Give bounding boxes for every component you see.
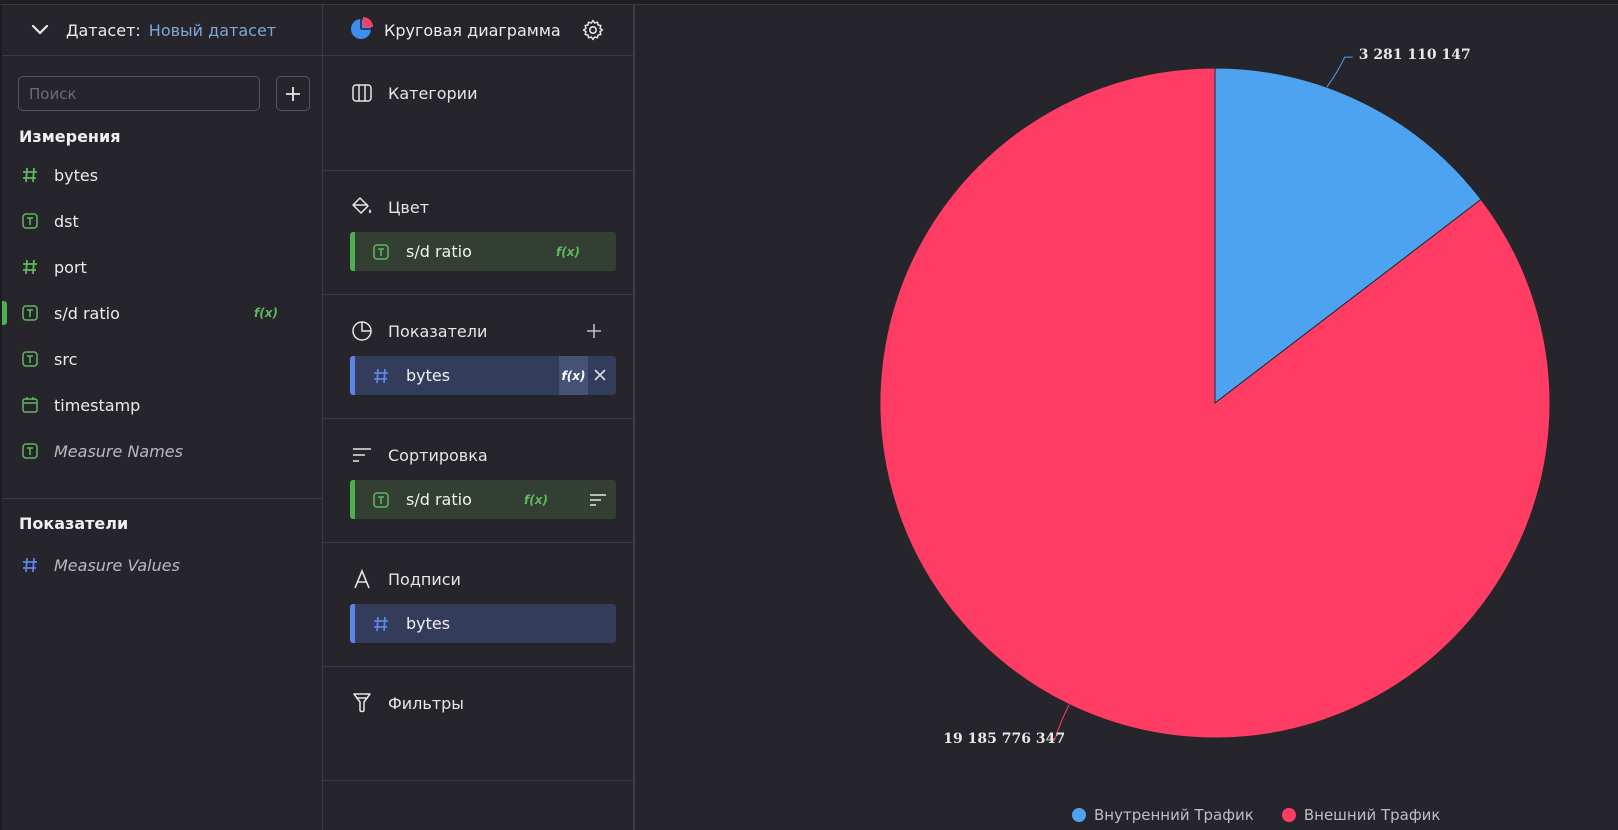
text-type-icon (20, 303, 40, 323)
field-dst[interactable]: dst (2, 201, 302, 241)
formula-button[interactable]: f(x) (559, 356, 588, 395)
number-type-icon (20, 257, 40, 277)
measures-title: Показатели (19, 514, 129, 533)
legend-item-outer[interactable]: Внешний Трафик (1281, 806, 1441, 824)
pie-chart-icon (350, 16, 374, 44)
filter-funnel-icon (350, 691, 374, 715)
formula-badge: f(x) (561, 368, 586, 383)
sort-icon (350, 443, 374, 467)
plus-icon (286, 86, 300, 101)
legend-item-inner[interactable]: Внутренний Трафик (1072, 806, 1254, 824)
section-labels: Подписи bytes (323, 543, 633, 667)
paint-bucket-icon (350, 195, 374, 219)
search-input[interactable] (18, 76, 260, 111)
data-label-outer: 19 185 776 347 (943, 730, 1066, 747)
legend-dot (1072, 808, 1086, 822)
section-labels-head: Подписи (350, 567, 461, 591)
section-divider (2, 498, 323, 499)
text-type-icon (20, 211, 40, 231)
number-type-icon (370, 365, 392, 387)
section-filters-head: Фильтры (350, 691, 464, 715)
section-color: Цвет s/d ratio f(x) (323, 171, 633, 295)
letter-a-icon (350, 567, 374, 591)
add-field-button[interactable] (276, 76, 310, 111)
visualization-type-label: Круговая диаграмма (384, 20, 561, 40)
leader-line (1326, 56, 1353, 88)
measure-field-pill[interactable]: bytes f(x) (350, 356, 616, 395)
section-sort: Сортировка s/d ratio f(x) (323, 419, 633, 543)
section-measures-head: Показатели (350, 319, 487, 343)
section-measures: Показатели bytes f(x) (323, 295, 633, 419)
section-filters: Фильтры (323, 667, 633, 781)
dataset-name-link[interactable]: Новый датасет (149, 21, 276, 40)
visualization-header[interactable]: Круговая диаграмма (323, 5, 633, 56)
section-color-head: Цвет (350, 195, 429, 219)
dataset-label: Датасет: (66, 20, 141, 40)
section-categories: Категории (323, 57, 633, 171)
dataset-header: Датасет: Новый датасет (2, 5, 322, 56)
chevron-down-icon[interactable] (28, 18, 52, 42)
field-bytes[interactable]: bytes (2, 155, 302, 195)
dimensions-title: Измерения (19, 127, 121, 146)
color-field-pill[interactable]: s/d ratio f(x) (350, 232, 616, 271)
field-measure-values[interactable]: Measure Values (2, 545, 302, 585)
field-src[interactable]: src (2, 339, 302, 379)
formula-badge: f(x) (556, 244, 580, 259)
legend-dot (1281, 808, 1296, 822)
sort-field-pill[interactable]: s/d ratio f(x) (350, 480, 616, 519)
text-type-icon (20, 349, 40, 369)
calendar-icon (20, 395, 40, 415)
gear-icon[interactable] (581, 18, 605, 42)
columns-icon (350, 81, 374, 105)
sort-direction-icon[interactable] (588, 490, 608, 510)
search-row (18, 76, 310, 111)
visualization-panel: Круговая диаграмма Категории Цвет s/d ra… (323, 5, 635, 830)
text-type-icon (20, 441, 40, 461)
pie-outline-icon (350, 319, 374, 343)
dataset-panel: Датасет: Новый датасет Измерения bytes d… (0, 5, 323, 830)
data-label-inner: 3 281 110 147 (1358, 47, 1471, 64)
section-categories-head: Категории (350, 81, 477, 105)
number-type-icon (20, 555, 40, 575)
number-type-icon (370, 613, 392, 635)
pie-chart (879, 56, 1551, 740)
number-type-icon (20, 165, 40, 185)
text-type-icon (370, 241, 392, 263)
field-sd-ratio[interactable]: s/d ratio f(x) (2, 293, 302, 333)
chart-legend: Внутренний Трафик Внешний Трафик (1072, 806, 1469, 824)
formula-badge: f(x) (524, 492, 548, 507)
field-measure-names[interactable]: Measure Names (2, 431, 302, 471)
labels-field-pill[interactable]: bytes (350, 604, 616, 643)
close-icon[interactable] (590, 365, 610, 385)
chart-area (635, 5, 1618, 830)
formula-badge: f(x) (254, 306, 278, 320)
field-timestamp[interactable]: timestamp (2, 385, 302, 425)
field-port[interactable]: port (2, 247, 302, 287)
section-sort-head: Сортировка (350, 443, 488, 467)
text-type-icon (370, 489, 392, 511)
plus-icon[interactable] (583, 320, 605, 342)
